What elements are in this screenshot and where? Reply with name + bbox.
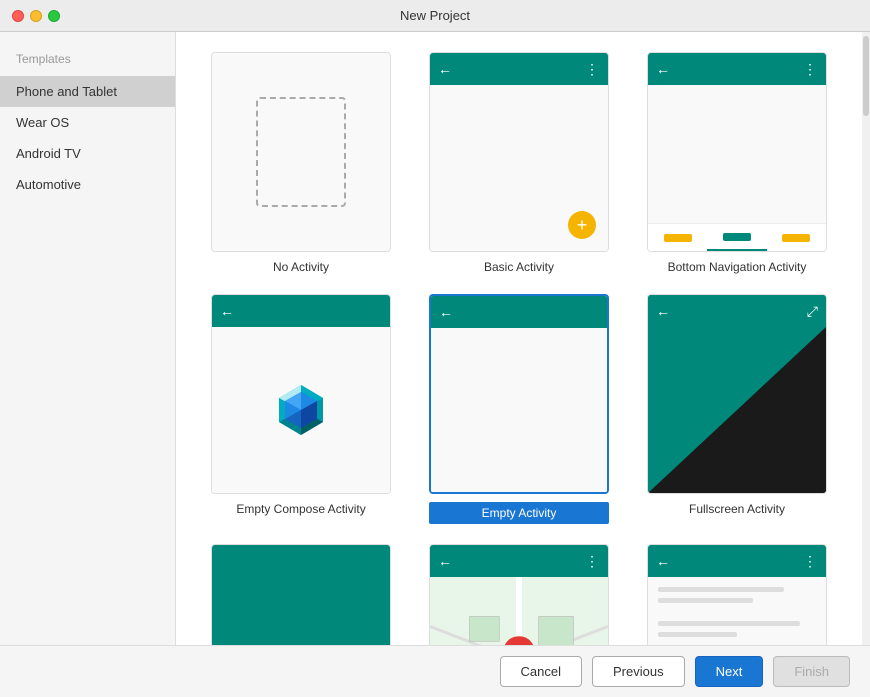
bnav-gold-icon [664, 234, 692, 242]
back-arrow-icon: ← [656, 303, 670, 319]
template-empty-compose[interactable]: ← [200, 294, 402, 524]
bottom-nav-toolbar: ← ⋮ [648, 53, 826, 85]
overflow-menu-icon: ⋮ [585, 553, 600, 570]
sidebar-item-android-tv[interactable]: Android TV [0, 138, 175, 169]
previous-button[interactable]: Previous [592, 656, 685, 687]
settings-line-1 [658, 587, 784, 592]
maps-body [430, 577, 608, 645]
template-preview-empty-activity: ← [429, 294, 609, 494]
overflow-menu-icon: ⋮ [803, 61, 818, 78]
content-area: No Activity ← ⋮ + Basic Activity [176, 32, 862, 645]
template-preview-no-activity [211, 52, 391, 252]
finish-button: Finish [773, 656, 850, 687]
fab-button: + [568, 211, 596, 239]
template-no-activity[interactable]: No Activity [200, 52, 402, 274]
compose-logo-icon [271, 380, 331, 440]
sidebar: Templates Phone and Tablet Wear OS Andro… [0, 32, 176, 645]
bnav-gold-icon-2 [782, 234, 810, 242]
settings-line-2 [658, 598, 753, 603]
window-title: New Project [400, 8, 470, 23]
bnav-item-3 [767, 224, 826, 251]
template-label-empty-activity: Empty Activity [429, 502, 609, 524]
empty-activity-toolbar: ← [431, 296, 607, 328]
bnav-teal-icon [723, 233, 751, 241]
template-preview-maps: ← ⋮ [429, 544, 609, 645]
bnav-item-1 [648, 224, 707, 251]
settings-body [648, 577, 826, 645]
settings-line-4 [658, 632, 737, 637]
maps-toolbar: ← ⋮ [430, 545, 608, 577]
minimize-button[interactable] [30, 10, 42, 22]
template-preview-fullscreen: ← ⤢ [647, 294, 827, 494]
template-bottom-nav-activity[interactable]: ← ⋮ [636, 52, 838, 274]
bottom-nav-bar [648, 223, 826, 251]
back-arrow-icon: ← [220, 303, 234, 319]
template-label-no-activity: No Activity [273, 260, 329, 274]
template-settings-activity[interactable]: ← ⋮ Settings Activity [636, 544, 838, 645]
template-preview-bottom-nav: ← ⋮ [647, 52, 827, 252]
scrollbar-track[interactable] [862, 32, 870, 645]
template-label-fullscreen: Fullscreen Activity [689, 502, 785, 516]
maximize-button[interactable] [48, 10, 60, 22]
empty-activity-body [431, 328, 607, 492]
template-label-basic-activity: Basic Activity [484, 260, 554, 274]
back-arrow-icon: ← [656, 61, 670, 77]
compose-body [212, 327, 390, 493]
sidebar-item-phone-tablet[interactable]: Phone and Tablet [0, 76, 175, 107]
no-activity-dashed-rect [256, 97, 346, 207]
back-arrow-icon: ← [439, 304, 453, 320]
next-button[interactable]: Next [695, 656, 764, 687]
cancel-button[interactable]: Cancel [500, 656, 582, 687]
basic-activity-body: + [430, 85, 608, 251]
fullscreen-toolbar: ← ⤢ [648, 295, 826, 327]
sidebar-item-wear-os[interactable]: Wear OS [0, 107, 175, 138]
sidebar-section-label: Templates [0, 52, 175, 76]
template-preview-settings: ← ⋮ [647, 544, 827, 645]
template-fullscreen-activity[interactable]: ← ⤢ Fullscreen Activity [636, 294, 838, 524]
template-preview-basic-activity: ← ⋮ + [429, 52, 609, 252]
template-maps-activity[interactable]: ← ⋮ [418, 544, 620, 645]
template-basic-activity[interactable]: ← ⋮ + Basic Activity [418, 52, 620, 274]
footer: Cancel Previous Next Finish [0, 645, 870, 697]
back-arrow-icon: ← [438, 553, 452, 569]
close-button[interactable] [12, 10, 24, 22]
template-label-empty-compose: Empty Compose Activity [236, 502, 365, 516]
template-empty-activity[interactable]: ← Empty Activity [418, 294, 620, 524]
settings-toolbar: ← ⋮ [648, 545, 826, 577]
compose-toolbar: ← [212, 295, 390, 327]
bottom-nav-body [648, 85, 826, 223]
basic-activity-toolbar: ← ⋮ [430, 53, 608, 85]
template-label-bottom-nav: Bottom Navigation Activity [668, 260, 807, 274]
scrollbar-thumb[interactable] [863, 36, 869, 116]
overflow-menu-icon: ⋮ [585, 61, 600, 78]
traffic-lights [12, 10, 60, 22]
settings-line-3 [658, 621, 800, 626]
template-preview-interstitial: Interstitial Ad [211, 544, 391, 645]
template-interstitial-ad[interactable]: Interstitial Ad Interstitial Ad Activity [200, 544, 402, 645]
bnav-item-2 [707, 224, 766, 251]
back-arrow-icon: ← [438, 61, 452, 77]
main-container: Templates Phone and Tablet Wear OS Andro… [0, 32, 870, 645]
title-bar: New Project [0, 0, 870, 32]
template-preview-empty-compose: ← [211, 294, 391, 494]
back-arrow-icon: ← [656, 553, 670, 569]
settings-spacer [658, 609, 816, 615]
sidebar-item-automotive[interactable]: Automotive [0, 169, 175, 200]
templates-grid: No Activity ← ⋮ + Basic Activity [176, 32, 862, 645]
overflow-menu-icon: ⋮ [803, 553, 818, 570]
expand-icon: ⤢ [807, 303, 818, 320]
